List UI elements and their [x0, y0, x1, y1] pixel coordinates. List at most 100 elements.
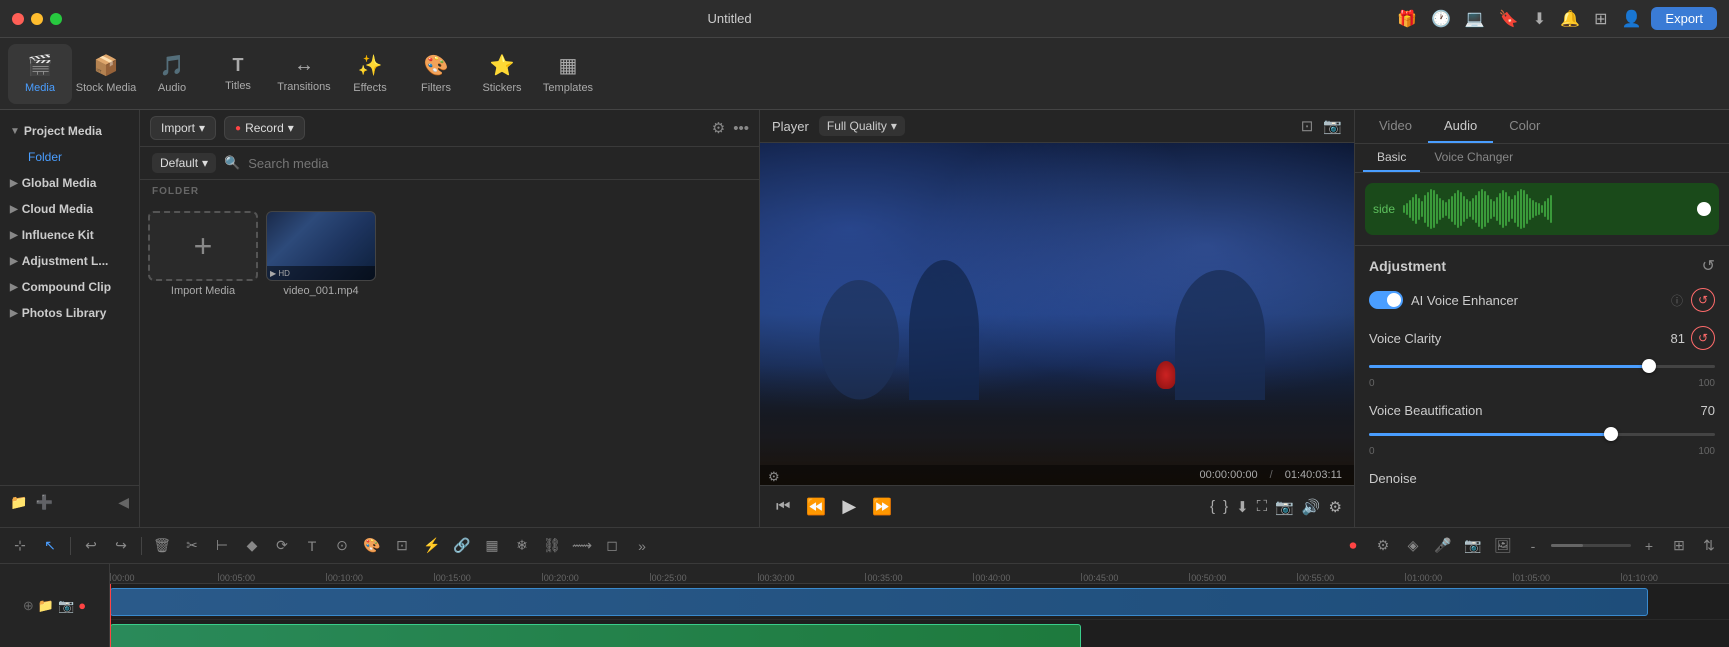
- track-add-icon[interactable]: ⊕: [23, 598, 34, 614]
- default-button[interactable]: Default ▾: [152, 153, 216, 173]
- bell-icon[interactable]: 🔔: [1560, 9, 1580, 29]
- warp-button[interactable]: ⟿: [570, 534, 594, 558]
- voice-clarity-slider[interactable]: [1369, 356, 1715, 376]
- sub-tab-voice-changer[interactable]: Voice Changer: [1420, 144, 1527, 172]
- audio-icon-2[interactable]: 🔊: [1302, 498, 1321, 516]
- grid-icon[interactable]: ⊞: [1594, 9, 1607, 29]
- step-back-button[interactable]: ⏮: [772, 494, 794, 520]
- freeze-button[interactable]: ❄: [510, 534, 534, 558]
- delete-button[interactable]: 🗑: [150, 534, 174, 558]
- motion-button[interactable]: ⟳: [270, 534, 294, 558]
- info-icon[interactable]: ⓘ: [1671, 292, 1683, 309]
- speed-button[interactable]: ⚡: [420, 534, 444, 558]
- clock-icon[interactable]: 🕐: [1431, 9, 1451, 29]
- record-timeline-icon[interactable]: ⏺: [1341, 534, 1365, 558]
- download-icon[interactable]: ⬇: [1533, 9, 1546, 29]
- play-button[interactable]: ▶: [838, 492, 860, 521]
- sidebar-cloud-media[interactable]: ▶ Cloud Media: [0, 196, 139, 222]
- step-forward-button[interactable]: ⏩: [868, 493, 896, 521]
- timeline-camera-icon[interactable]: 📷: [1461, 534, 1485, 558]
- import-media-card[interactable]: + Import Media: [148, 211, 258, 297]
- grid-view-icon[interactable]: ⊞: [1667, 534, 1691, 558]
- folder-plus-icon[interactable]: ➕: [35, 494, 52, 511]
- sidebar-adjustment-l[interactable]: ▶ Adjustment L...: [0, 248, 139, 274]
- select-tool[interactable]: ↖: [38, 534, 62, 558]
- ai-voice-reset-button[interactable]: ↺: [1691, 288, 1715, 312]
- sidebar-folder[interactable]: Folder: [4, 145, 135, 169]
- playhead[interactable]: [110, 584, 111, 647]
- sub-tab-basic[interactable]: Basic: [1363, 144, 1420, 172]
- stabilize-button[interactable]: ⊙: [330, 534, 354, 558]
- toolbar-filters[interactable]: 🎨 Filters: [404, 44, 468, 104]
- more-options-icon[interactable]: •••: [733, 120, 749, 137]
- toolbar-media[interactable]: 🎬 Media: [8, 44, 72, 104]
- zoom-in-icon[interactable]: +: [1637, 534, 1661, 558]
- voice-clarity-thumb[interactable]: [1642, 359, 1656, 373]
- tab-video[interactable]: Video: [1363, 110, 1428, 143]
- voice-beautification-thumb[interactable]: [1604, 427, 1618, 441]
- sidebar-photos-library[interactable]: ▶ Photos Library: [0, 300, 139, 326]
- track-indicator[interactable]: ●: [78, 598, 86, 614]
- video-card[interactable]: ▶ HD video_001.mp4: [266, 211, 376, 297]
- timeline-settings-icon[interactable]: ⚙: [1371, 534, 1395, 558]
- fullscreen-preview-icon[interactable]: ⛶: [1257, 498, 1268, 515]
- in-point-icon[interactable]: {: [1210, 498, 1215, 515]
- track-folder-icon[interactable]: 📁: [38, 598, 54, 614]
- audio-sync-button[interactable]: 🔗: [450, 534, 474, 558]
- toolbar-stickers[interactable]: ⭐ Stickers: [470, 44, 534, 104]
- tab-color[interactable]: Color: [1493, 110, 1556, 143]
- expand-icon[interactable]: ⇅: [1697, 534, 1721, 558]
- toolbar-titles[interactable]: T Titles: [206, 44, 270, 104]
- cursor-tool[interactable]: ⊹: [8, 534, 32, 558]
- avatar[interactable]: 👤: [1622, 9, 1642, 29]
- zoom-out-icon[interactable]: -: [1521, 534, 1545, 558]
- tab-audio[interactable]: Audio: [1428, 110, 1493, 143]
- track-clip-2[interactable]: [110, 624, 1081, 647]
- screenshot-icon[interactable]: 📷: [1323, 117, 1342, 135]
- crop-icon[interactable]: ⊡: [1301, 117, 1314, 135]
- voice-beautification-slider[interactable]: [1369, 424, 1715, 444]
- timeline-media-icon[interactable]: 🖼: [1491, 534, 1515, 558]
- mini-control[interactable]: ⚙: [768, 469, 780, 485]
- sidebar-compound-clip[interactable]: ▶ Compound Clip: [0, 274, 139, 300]
- toolbar-stock-media[interactable]: 📦 Stock Media: [74, 44, 138, 104]
- track-clip-1[interactable]: [110, 588, 1648, 616]
- track-camera-icon[interactable]: 📷: [58, 598, 74, 614]
- gift-icon[interactable]: 🎁: [1397, 9, 1417, 29]
- close-button[interactable]: [12, 13, 24, 25]
- add-folder-icon[interactable]: 📁: [10, 494, 27, 511]
- redo-button[interactable]: ↪: [109, 534, 133, 558]
- zoom-slider[interactable]: [1551, 544, 1631, 547]
- fullscreen-button[interactable]: [50, 13, 62, 25]
- toolbar-audio[interactable]: 🎵 Audio: [140, 44, 204, 104]
- ai-enhance-icon[interactable]: ◈: [1401, 534, 1425, 558]
- text-button[interactable]: T: [300, 534, 324, 558]
- ai-voice-enhancer-toggle[interactable]: [1369, 291, 1403, 309]
- adjustment-reset-icon[interactable]: ↺: [1702, 256, 1715, 276]
- keyframe-button[interactable]: ◆: [240, 534, 264, 558]
- sidebar-influence-kit[interactable]: ▶ Influence Kit: [0, 222, 139, 248]
- snapshot-icon[interactable]: 📷: [1275, 498, 1294, 516]
- export-button[interactable]: Export: [1651, 7, 1717, 30]
- timeline-mic-icon[interactable]: 🎤: [1431, 534, 1455, 558]
- insert-icon[interactable]: ⬇: [1236, 498, 1249, 516]
- multicam-button[interactable]: ▦: [480, 534, 504, 558]
- crop-button[interactable]: ⊡: [390, 534, 414, 558]
- minimize-button[interactable]: [31, 13, 43, 25]
- toolbar-templates[interactable]: ▦ Templates: [536, 44, 600, 104]
- monitor-icon[interactable]: 💻: [1465, 9, 1485, 29]
- toolbar-transitions[interactable]: ↔ Transitions: [272, 44, 336, 104]
- split-button[interactable]: ⊢: [210, 534, 234, 558]
- settings-icon[interactable]: ⚙: [1329, 498, 1342, 516]
- play-back-button[interactable]: ⏪: [802, 493, 830, 521]
- filter-icon[interactable]: ⚙: [712, 119, 725, 137]
- out-point-icon[interactable]: }: [1223, 498, 1228, 515]
- import-button[interactable]: Import ▾: [150, 116, 216, 140]
- color-match-button[interactable]: 🎨: [360, 534, 384, 558]
- sidebar-collapse-icon[interactable]: ◀: [118, 494, 129, 511]
- bookmark-icon[interactable]: 🔖: [1499, 9, 1519, 29]
- sidebar-project-media[interactable]: ▼ Project Media: [0, 118, 139, 144]
- more-tools-button[interactable]: »: [630, 534, 654, 558]
- record-button[interactable]: ● Record ▾: [224, 116, 305, 140]
- sidebar-global-media[interactable]: ▶ Global Media: [0, 170, 139, 196]
